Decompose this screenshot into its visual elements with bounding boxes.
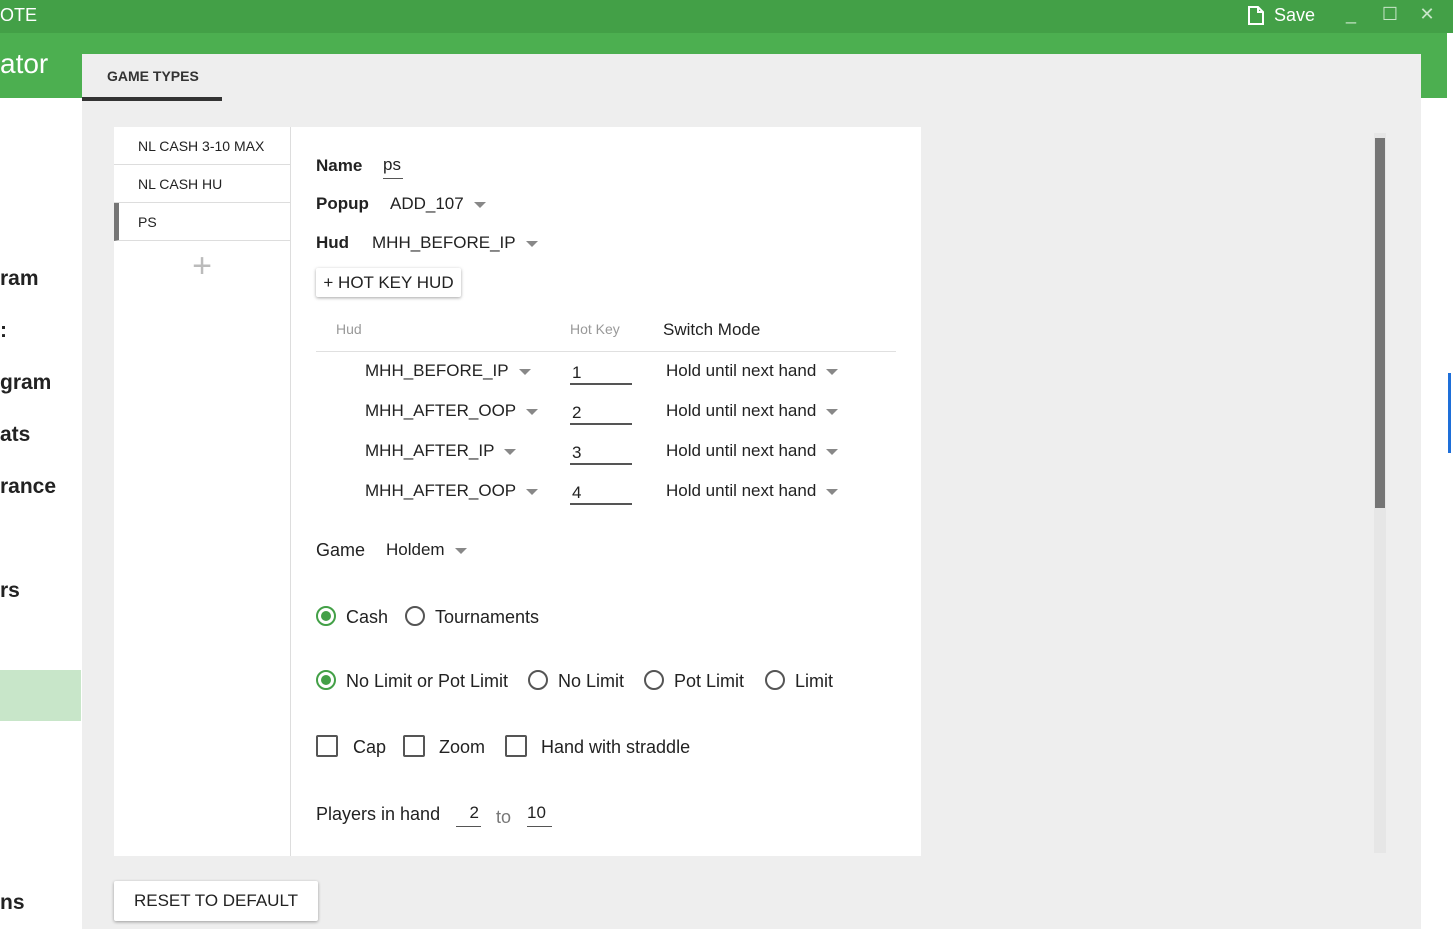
sidebar-item[interactable]: :	[0, 319, 7, 343]
hud-value: MHH_AFTER_OOP	[365, 401, 517, 420]
chevron-down-icon	[518, 368, 531, 375]
file-icon	[1248, 5, 1264, 25]
hud-value: MHH_BEFORE_IP	[372, 233, 516, 252]
game-type-form: Name ps Popup ADD_107 Hud MHH_BEFORE_IP …	[291, 127, 921, 856]
desktop-edge	[1447, 33, 1453, 929]
players-to-word: to	[496, 807, 512, 827]
hotkey-input[interactable]: 2	[570, 399, 632, 425]
background-app-title: ator	[0, 48, 49, 79]
table-row-hud-dropdown[interactable]: MHH_BEFORE_IP	[365, 361, 531, 381]
limit-radio[interactable]	[765, 670, 785, 690]
sidebar-item[interactable]: gram	[0, 371, 51, 395]
hud-value: MHH_AFTER_IP	[365, 441, 495, 460]
popup-dropdown[interactable]: ADD_107	[390, 194, 486, 214]
table-row-hud-dropdown[interactable]: MHH_AFTER_OOP	[365, 481, 539, 501]
switch-mode-dropdown[interactable]: Hold until next hand	[666, 481, 839, 501]
maximize-button[interactable]: ☐	[1379, 4, 1401, 26]
hand-with-straddle-label: Hand with straddle	[541, 737, 691, 757]
column-header-switch-mode: Switch Mode	[663, 320, 761, 339]
cash-radio[interactable]	[316, 606, 336, 626]
column-header-hud: Hud	[336, 321, 362, 337]
game-types-list: NL CASH 3-10 MAX NL CASH HU PS +	[114, 127, 290, 856]
minimize-button[interactable]: _	[1340, 4, 1362, 26]
hud-dropdown[interactable]: MHH_BEFORE_IP	[372, 233, 538, 253]
list-item[interactable]: NL CASH HU	[114, 165, 290, 203]
chevron-down-icon	[454, 547, 467, 554]
switch-mode-value: Hold until next hand	[666, 401, 817, 420]
sidebar-item[interactable]: rance	[0, 475, 56, 499]
sidebar-item[interactable]: ram	[0, 267, 39, 291]
save-label: Save	[1274, 4, 1316, 25]
chevron-down-icon	[526, 408, 539, 415]
cap-checkbox[interactable]	[316, 735, 338, 757]
list-item[interactable]: NL CASH 3-10 MAX	[114, 127, 290, 165]
name-input[interactable]: ps	[383, 155, 403, 179]
limit-label: Limit	[795, 671, 834, 691]
chevron-down-icon	[526, 488, 539, 495]
switch-mode-dropdown[interactable]: Hold until next hand	[666, 441, 839, 461]
list-item-selected[interactable]: PS	[114, 203, 290, 241]
hud-label: Hud	[316, 233, 350, 252]
close-button[interactable]: ✕	[1416, 4, 1438, 26]
switch-mode-value: Hold until next hand	[666, 361, 817, 380]
chevron-down-icon	[826, 368, 839, 375]
cash-label: Cash	[346, 607, 389, 627]
chevron-down-icon	[504, 448, 517, 455]
no-limit-or-pot-limit-radio[interactable]	[316, 670, 336, 690]
table-divider	[316, 351, 896, 352]
hotkey-input[interactable]: 4	[570, 479, 632, 505]
sidebar-item[interactable]: ats	[0, 423, 30, 447]
game-label: Game	[316, 540, 366, 560]
sidebar-item[interactable]: rs	[0, 579, 20, 603]
switch-mode-value: Hold until next hand	[666, 441, 817, 460]
table-row-hud-dropdown[interactable]: MHH_AFTER_OOP	[365, 401, 539, 421]
chevron-down-icon	[473, 201, 486, 208]
chevron-down-icon	[826, 408, 839, 415]
title-bar: OTE Save _ ☐ ✕	[0, 0, 1453, 33]
tournaments-radio[interactable]	[405, 606, 425, 626]
zoom-checkbox[interactable]	[403, 735, 425, 757]
sidebar-item-active[interactable]	[0, 670, 81, 721]
switch-mode-dropdown[interactable]: Hold until next hand	[666, 401, 839, 421]
tournaments-label: Tournaments	[435, 607, 540, 627]
pot-limit-label: Pot Limit	[674, 671, 745, 691]
column-header-hotkey: Hot Key	[570, 321, 620, 337]
tab-game-types[interactable]: GAME TYPES	[82, 54, 222, 101]
sidebar-item[interactable]: ns	[0, 891, 25, 915]
no-limit-label: No Limit	[558, 671, 625, 691]
add-hotkey-hud-button[interactable]: + HOT KEY HUD	[316, 268, 461, 297]
scrollbar-thumb[interactable]	[1375, 138, 1385, 508]
save-button[interactable]: Save	[1248, 4, 1315, 26]
hud-value: MHH_AFTER_OOP	[365, 481, 517, 500]
game-dropdown[interactable]: Holdem	[386, 540, 467, 560]
hand-with-straddle-checkbox[interactable]	[505, 735, 527, 757]
name-label: Name	[316, 156, 363, 175]
add-icon[interactable]: +	[114, 247, 290, 286]
chevron-down-icon	[826, 488, 839, 495]
hud-value: MHH_BEFORE_IP	[365, 361, 509, 380]
switch-mode-value: Hold until next hand	[666, 481, 817, 500]
popup-value: ADD_107	[390, 194, 464, 213]
reset-to-default-button[interactable]: RESET TO DEFAULT	[114, 881, 318, 921]
no-limit-or-pot-limit-label: No Limit or Pot Limit	[346, 671, 509, 691]
game-value: Holdem	[386, 540, 445, 559]
players-from-input[interactable]: 2	[456, 803, 481, 827]
app-title: OTE	[0, 5, 38, 25]
no-limit-radio[interactable]	[528, 670, 548, 690]
table-row-hud-dropdown[interactable]: MHH_AFTER_IP	[365, 441, 517, 461]
hotkey-input[interactable]: 1	[570, 359, 632, 385]
zoom-label: Zoom	[439, 737, 486, 757]
players-in-hand-label: Players in hand	[316, 804, 441, 824]
players-to-input[interactable]: 10	[527, 803, 552, 827]
chevron-down-icon	[525, 240, 538, 247]
switch-mode-dropdown[interactable]: Hold until next hand	[666, 361, 839, 381]
hotkey-input[interactable]: 3	[570, 439, 632, 465]
pot-limit-radio[interactable]	[644, 670, 664, 690]
chevron-down-icon	[826, 448, 839, 455]
popup-label: Popup	[316, 194, 369, 213]
cap-label: Cap	[353, 737, 387, 757]
